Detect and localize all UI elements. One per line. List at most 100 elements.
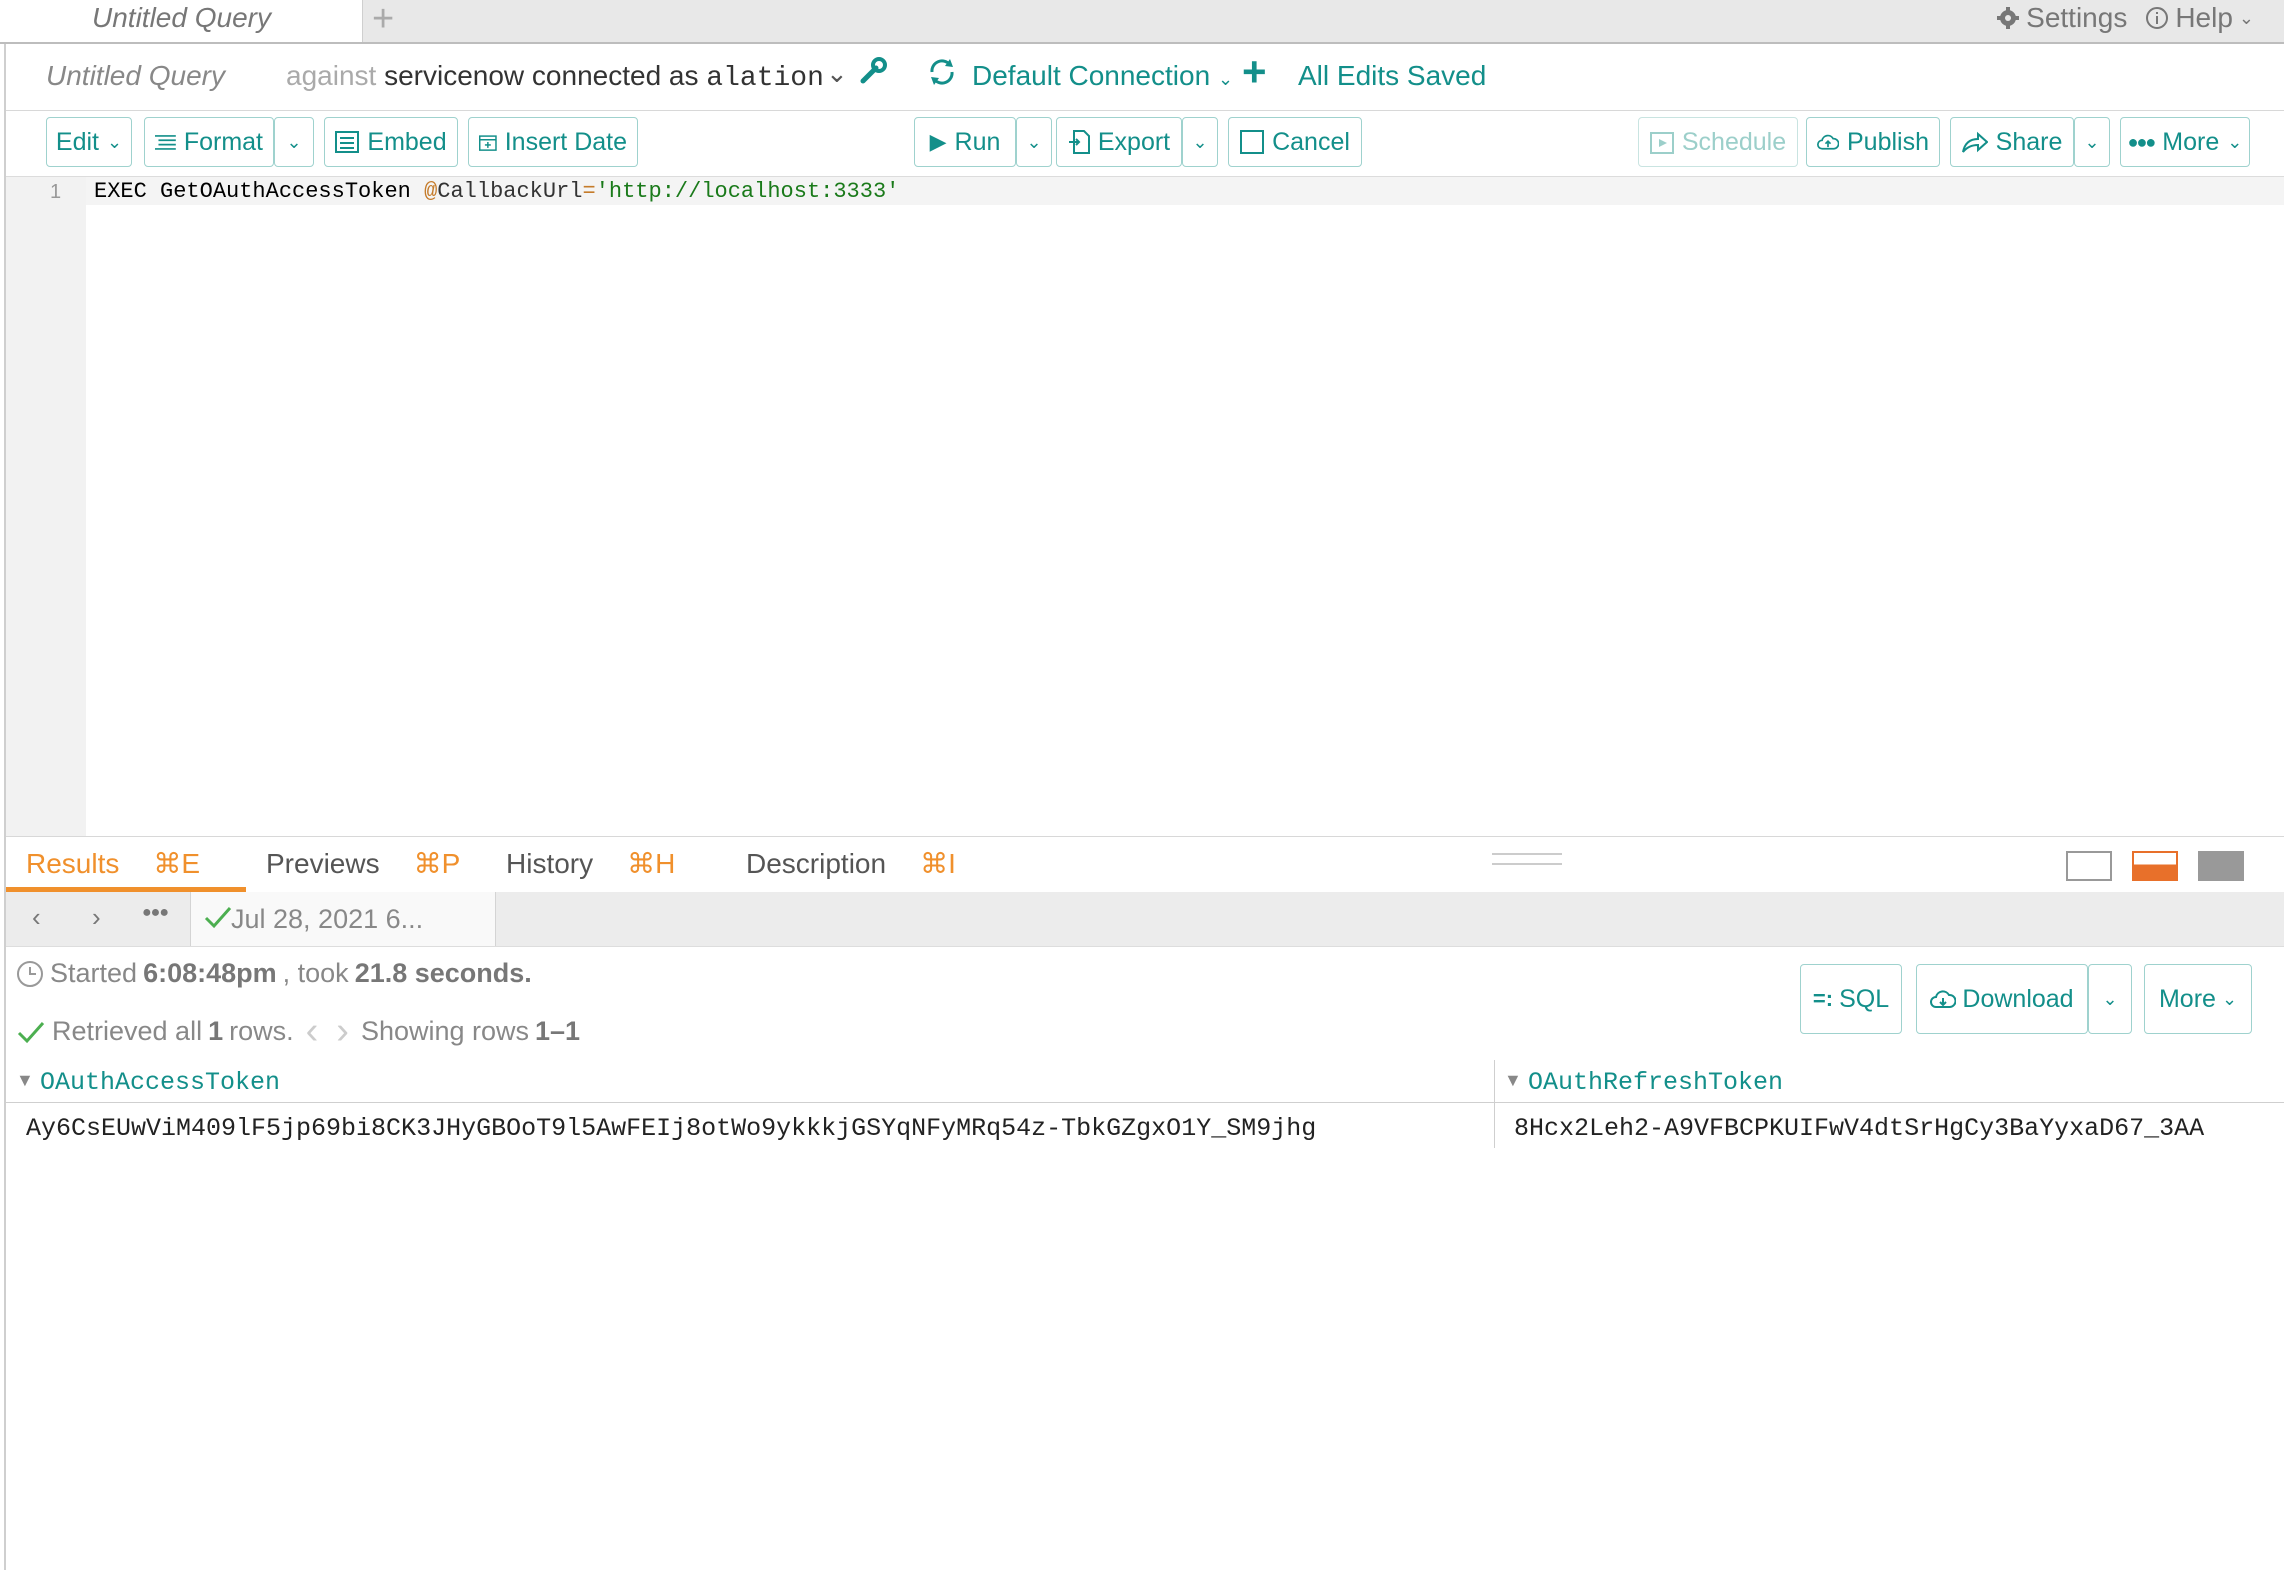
run-entry-tab[interactable]: Jul 28, 2021 6... — [190, 892, 496, 946]
run-dropdown[interactable]: ⌄ — [1016, 117, 1052, 167]
run-button[interactable]: ▶ Run — [914, 117, 1016, 167]
cancel-button[interactable]: Cancel — [1228, 117, 1362, 167]
run-entry-label: Jul 28, 2021 6... — [231, 904, 424, 934]
retrieved-suffix: rows. — [229, 1016, 294, 1046]
resize-handle[interactable] — [1492, 853, 1562, 865]
schedule-button[interactable]: Schedule — [1638, 117, 1798, 167]
embed-button[interactable]: Embed — [324, 117, 458, 167]
sql-editor[interactable]: 1 EXEC GetOAuthAccessToken @CallbackUrl=… — [6, 176, 2284, 837]
sync-icon[interactable] — [926, 56, 958, 93]
results-more-label: More — [2158, 984, 2216, 1013]
chevron-down-icon: ⌄ — [2227, 131, 2243, 152]
retrieved-count: 1 — [208, 1016, 224, 1046]
more-dots-icon: ●●● — [2127, 131, 2157, 152]
help-menu[interactable]: Help ⌄ — [2145, 2, 2254, 34]
tab-history-shortcut: ⌘H — [627, 848, 676, 879]
code-eq: = — [582, 179, 596, 204]
publish-button[interactable]: Publish — [1806, 117, 1940, 167]
download-button[interactable]: Download — [1916, 964, 2088, 1034]
code-param: CallbackUrl — [437, 179, 583, 204]
share-label: Share — [1995, 127, 2063, 156]
more-label: More — [2162, 127, 2220, 156]
editor-toolbar: Edit ⌄ Format ⌄ Embed Insert Date ▶ Run ⌄… — [6, 112, 2284, 176]
cancel-label: Cancel — [1272, 127, 1350, 156]
query-title[interactable]: Untitled Query — [46, 60, 225, 92]
column-divider[interactable] — [1494, 1060, 1495, 1148]
save-status: All Edits Saved — [1298, 60, 1487, 91]
cloud-upload-icon — [1817, 134, 1839, 150]
chevron-down-icon: ⌄ — [2238, 7, 2254, 28]
chevron-down-icon: ⌄ — [286, 131, 302, 152]
tab-results[interactable]: Results ⌘E — [26, 847, 200, 880]
export-label: Export — [1097, 127, 1171, 156]
insert-date-label: Insert Date — [504, 127, 627, 156]
export-dropdown[interactable]: ⌄ — [1182, 117, 1218, 167]
layout-editor-icon[interactable] — [2066, 851, 2112, 881]
share-dropdown[interactable]: ⌄ — [2074, 117, 2110, 167]
layout-results-icon[interactable] — [2198, 851, 2244, 881]
code-string: 'http://localhost:3333' — [595, 179, 900, 204]
view-sql-button[interactable]: =: SQL — [1800, 964, 1902, 1034]
sort-triangle-icon[interactable]: ▼ — [16, 1070, 34, 1091]
connection-selector[interactable]: Default Connection ⌄ — [972, 60, 1233, 92]
help-label: Help — [2175, 2, 2233, 33]
more-button[interactable]: ●●● More ⌄ — [2120, 117, 2250, 167]
connection-label: Default Connection — [972, 60, 1211, 91]
tab-results-label: Results — [26, 848, 120, 879]
format-dropdown[interactable]: ⌄ — [274, 117, 314, 167]
wrench-icon[interactable] — [858, 56, 888, 91]
results-more-button[interactable]: More ⌄ — [2144, 964, 2252, 1034]
tab-previews-shortcut: ⌘P — [413, 848, 461, 879]
cell-oauthaccesstoken[interactable]: Ay6CsEUwViM409lF5jp69bi8CK3JHyGBOoT9l5Aw… — [26, 1114, 1316, 1143]
tab-untitled-query[interactable]: Untitled Query — [0, 0, 363, 42]
tab-previews[interactable]: Previews ⌘P — [266, 847, 460, 880]
next-run-icon[interactable]: › — [92, 902, 101, 933]
tab-label: Untitled Query — [92, 2, 271, 33]
download-label: Download — [1962, 984, 2074, 1013]
grid-header: ▼ OAuthAccessToken ▼ OAuthRefreshToken — [6, 1060, 2284, 1103]
sort-triangle-icon[interactable]: ▼ — [1504, 1070, 1522, 1091]
query-header: Untitled Query against servicenow connec… — [6, 44, 2284, 111]
user-name: alation — [706, 63, 824, 94]
took-value: 21.8 seconds. — [354, 958, 532, 988]
column-header-oauthaccesstoken[interactable]: OAuthAccessToken — [40, 1068, 280, 1097]
tab-description-shortcut: ⌘I — [920, 848, 956, 879]
tab-strip: Untitled Query + Settings Help ⌄ — [0, 0, 2284, 44]
run-status: Started 6:08:48pm, took 21.8 seconds. — [16, 958, 532, 989]
embed-label: Embed — [367, 127, 447, 156]
download-dropdown[interactable]: ⌄ — [2088, 964, 2132, 1034]
datasource-chevron-down-icon[interactable]: ⌄ — [826, 58, 848, 89]
share-button[interactable]: Share — [1950, 117, 2074, 167]
schedule-label: Schedule — [1681, 127, 1787, 156]
layout-split-icon[interactable] — [2132, 851, 2178, 881]
datasource-info[interactable]: against servicenow connected as alation — [286, 60, 824, 94]
new-tab-button[interactable]: + — [372, 0, 394, 41]
insert-date-button[interactable]: Insert Date — [468, 117, 638, 167]
column-header-oauthrefreshtoken[interactable]: OAuthRefreshToken — [1528, 1068, 1783, 1097]
check-icon — [17, 1021, 45, 1043]
check-icon — [204, 907, 232, 929]
prev-run-icon[interactable]: ‹ — [32, 902, 41, 933]
format-label: Format — [183, 127, 263, 156]
prev-page-icon[interactable]: ‹ — [306, 1010, 319, 1053]
calendar-icon — [479, 135, 497, 151]
rows-status: Retrieved all 1 rows. ‹ › Showing rows 1… — [16, 1010, 580, 1053]
started-time: 6:08:48pm — [143, 958, 277, 988]
info-icon — [2146, 7, 2169, 29]
settings-menu[interactable]: Settings — [1996, 2, 2127, 34]
format-button[interactable]: Format — [144, 117, 274, 167]
cell-oauthrefreshtoken[interactable]: 8Hcx2Leh2-A9VFBCPKUIFwV4dtSrHgCy3BaYyxaD… — [1514, 1114, 2204, 1143]
edit-button[interactable]: Edit ⌄ — [46, 117, 132, 167]
settings-label: Settings — [2026, 2, 2128, 33]
next-page-icon[interactable]: › — [336, 1010, 349, 1053]
export-button[interactable]: Export — [1056, 117, 1182, 167]
tab-description[interactable]: Description ⌘I — [746, 847, 956, 880]
code-line[interactable]: EXEC GetOAuthAccessToken @CallbackUrl='h… — [94, 179, 899, 204]
export-icon — [1068, 130, 1090, 154]
showing-range: 1–1 — [535, 1016, 581, 1046]
results-tabs: Results ⌘E Previews ⌘P History ⌘H Descripti… — [6, 836, 2284, 894]
add-connection-icon[interactable]: + — [1242, 48, 1267, 96]
stop-icon — [1240, 130, 1265, 154]
more-runs-icon[interactable]: ●●● — [142, 904, 169, 922]
tab-history[interactable]: History ⌘H — [506, 847, 675, 880]
